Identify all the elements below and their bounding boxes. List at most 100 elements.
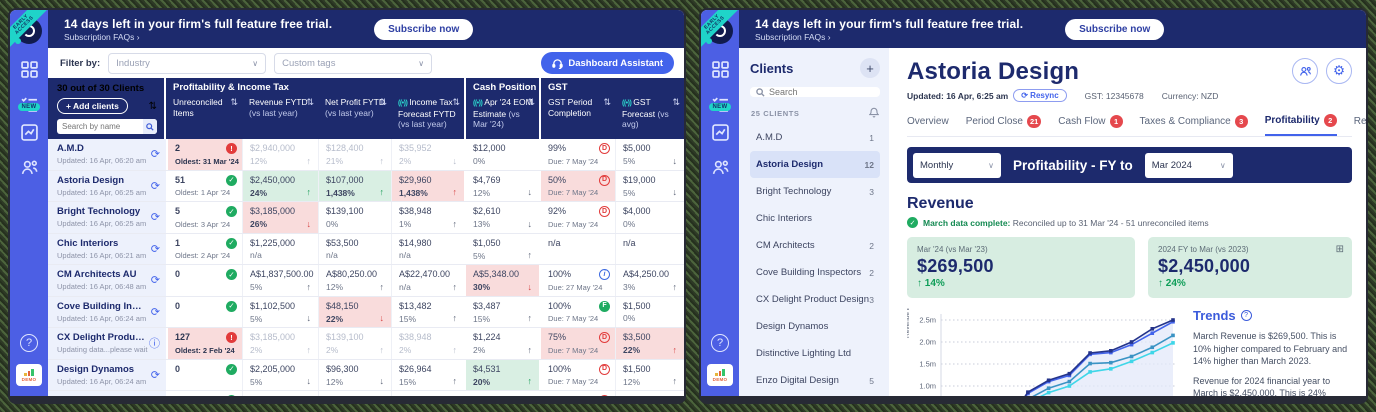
sort-icon[interactable]: ⇅ bbox=[306, 98, 314, 109]
clients-search-input[interactable] bbox=[769, 87, 874, 97]
tab-report[interactable]: Report bbox=[1354, 116, 1366, 134]
refresh-icon[interactable]: ⟳ bbox=[151, 148, 160, 161]
refresh-icon[interactable]: ⟳ bbox=[151, 179, 160, 192]
sort-clients-icon[interactable]: ⇅ bbox=[149, 101, 157, 112]
sort-icon[interactable]: ⇅ bbox=[603, 98, 611, 109]
client-list-item[interactable]: Enzo Digital Design 5 bbox=[750, 367, 880, 394]
team-access-button[interactable] bbox=[1292, 58, 1318, 84]
client-list-item[interactable]: Chic Interiors bbox=[750, 205, 880, 232]
client-list-name: Distinctive Lighting Ltd bbox=[756, 348, 852, 359]
trend-arrow-icon: ↑ bbox=[452, 376, 458, 387]
refresh-icon[interactable]: ⟳ bbox=[151, 242, 160, 255]
interval-select[interactable]: Monthly ∨ bbox=[913, 152, 1001, 178]
trial-banner-title: 14 days left in your firm's full feature… bbox=[64, 16, 333, 31]
subscribe-button[interactable]: Subscribe now bbox=[1065, 18, 1165, 40]
client-name-cell: Design Dynamos Updated: 16 Apr, 06:24 am ⟳ bbox=[48, 359, 166, 390]
table-row[interactable]: Design Dynamos Updated: 16 Apr, 06:24 am ⟳… bbox=[48, 359, 684, 391]
table-row[interactable]: CM Architects AU Updated: 16 Apr, 06:48 a… bbox=[48, 265, 684, 297]
search-icon[interactable] bbox=[143, 119, 157, 134]
trend-arrow-icon: ↑ bbox=[672, 281, 678, 292]
table-row[interactable]: Astoria Design Updated: 16 Apr, 06:25 am ⟳… bbox=[48, 170, 684, 202]
team-icon[interactable] bbox=[711, 158, 729, 176]
column-header[interactable]: ((•)) GST Forecast (vs avg) ⇅ bbox=[615, 95, 684, 139]
demo-mode-badge[interactable]: DEMO bbox=[16, 364, 42, 386]
subscribe-button[interactable]: Subscribe now bbox=[374, 18, 474, 40]
add-client-button[interactable]: + bbox=[860, 58, 880, 78]
sort-icon[interactable]: ⇅ bbox=[379, 98, 387, 109]
dashboard-assistant-button[interactable]: Dashboard Assistant bbox=[541, 52, 674, 74]
sort-icon[interactable]: ⇅ bbox=[452, 98, 460, 109]
bell-icon[interactable] bbox=[868, 107, 880, 120]
tab-period-close[interactable]: Period Close 21 bbox=[966, 115, 1042, 135]
dashboard-grid-icon[interactable] bbox=[711, 60, 729, 78]
client-list-item[interactable]: Distinctive Lighting Ltd bbox=[750, 340, 880, 367]
team-icon[interactable] bbox=[20, 158, 38, 176]
help-icon[interactable]: ? bbox=[711, 334, 729, 352]
client-list-name: Chic Interiors bbox=[756, 213, 812, 224]
trend-arrow-icon: ↑ bbox=[452, 218, 458, 229]
column-header[interactable]: GST Period Completion ⇅ bbox=[539, 95, 615, 139]
industry-filter-select[interactable]: Industry ∨ bbox=[108, 52, 267, 74]
settings-button[interactable]: ⚙ bbox=[1326, 58, 1352, 84]
metric-cell: $2,572,500 bbox=[242, 391, 318, 396]
client-alert-count: 2 bbox=[869, 240, 874, 251]
add-clients-button[interactable]: + Add clients bbox=[57, 98, 128, 114]
clients-search-box[interactable] bbox=[750, 87, 880, 97]
tab-alert-badge: 21 bbox=[1026, 115, 1042, 128]
refresh-icon[interactable]: ⟳ bbox=[151, 368, 160, 381]
client-list-item[interactable]: A.M.D 1 bbox=[750, 124, 880, 151]
metric-cell: $35,952 2% ↓ bbox=[391, 139, 464, 170]
custom-tags-filter-select[interactable]: Custom tags ∨ bbox=[274, 52, 433, 74]
metric-cell: $26,964 15% ↑ bbox=[391, 359, 464, 390]
tab-overview[interactable]: Overview bbox=[907, 116, 949, 134]
column-header[interactable]: ((•)) Apr '24 EOM Estimate (vs Mar '24) ⇅ bbox=[464, 95, 539, 139]
resync-button[interactable]: ⟳ Resync bbox=[1013, 89, 1067, 102]
client-list-item[interactable]: Design Dynamos bbox=[750, 313, 880, 340]
profitability-period-bar: Monthly ∨ Profitability - FY to Mar 2024 ∨ bbox=[907, 147, 1352, 183]
table-row[interactable]: Distinctive Lighting Ltd⟳1✓$2,572,500$11… bbox=[48, 391, 684, 396]
column-header[interactable]: Net Profit FYTD (vs last year) ⇅ bbox=[318, 95, 391, 139]
svg-text:2.5m: 2.5m bbox=[919, 316, 936, 325]
search-by-name-input[interactable] bbox=[57, 122, 143, 131]
info-icon[interactable]: ⓘ bbox=[149, 335, 160, 351]
metric-cell: $128,400 21% ↑ bbox=[318, 139, 391, 170]
refresh-icon[interactable]: ⟳ bbox=[151, 305, 160, 318]
table-row[interactable]: CX Delight Product Design Updating data..… bbox=[48, 328, 684, 360]
table-row[interactable]: A.M.D Updated: 16 Apr, 06:20 am ⟳ 2 Oldest: … bbox=[48, 139, 684, 171]
client-list-item[interactable]: Cove Building Inspectors 2 bbox=[750, 259, 880, 286]
column-header[interactable]: Revenue FYTD (vs last year) ⇅ bbox=[242, 95, 318, 139]
dashboard-grid-icon[interactable] bbox=[20, 60, 38, 78]
refresh-icon[interactable]: ⟳ bbox=[151, 274, 160, 287]
table-row[interactable]: Cove Building InspectorsUpdated: 16 Apr,… bbox=[48, 296, 684, 328]
sort-icon[interactable]: ⇅ bbox=[527, 98, 535, 109]
subscription-faqs-link[interactable]: Subscription FAQs › bbox=[755, 32, 1023, 42]
clients-table-header: 30 out of 30 Clients + Add clients ⇅ Sea… bbox=[48, 78, 684, 139]
column-header[interactable]: ((•)) Income Tax Forecast FYTD (vs last y… bbox=[391, 95, 464, 139]
client-list-item[interactable]: CM Architects 2 bbox=[750, 232, 880, 259]
subscription-faqs-link[interactable]: Subscription FAQs › bbox=[64, 32, 332, 42]
trend-arrow-icon: ↑ bbox=[452, 281, 458, 292]
client-list-item[interactable]: CX Delight Product Design 3 bbox=[750, 286, 880, 313]
sort-icon[interactable]: ⇅ bbox=[230, 98, 238, 109]
demo-mode-badge[interactable]: DEMO bbox=[707, 364, 733, 386]
insights-chart-icon[interactable] bbox=[20, 123, 38, 141]
sort-icon[interactable]: ⇅ bbox=[672, 98, 680, 109]
client-list-item[interactable]: Astoria Design 12 bbox=[750, 151, 880, 178]
table-view-icon[interactable]: ⊞ bbox=[1336, 244, 1344, 255]
table-row[interactable]: Chic Interiors Updated: 16 Apr, 06:21 am ⟳… bbox=[48, 233, 684, 265]
client-list-item[interactable]: Bright Technology 3 bbox=[750, 178, 880, 205]
help-icon[interactable]: ? bbox=[20, 334, 38, 352]
refresh-icon[interactable]: ⟳ bbox=[151, 211, 160, 224]
metric-cell: $48,150 22% ↓ bbox=[318, 296, 391, 327]
trend-arrow-icon: ↓ bbox=[527, 218, 533, 229]
insights-chart-icon[interactable] bbox=[711, 123, 729, 141]
table-row[interactable]: Bright Technology Updated: 16 Apr, 06:25 … bbox=[48, 202, 684, 234]
client-list-item[interactable]: Grafix Design Studio1 bbox=[750, 394, 880, 396]
tab-taxes-compliance[interactable]: Taxes & Compliance 3 bbox=[1140, 115, 1248, 135]
help-circle-icon[interactable]: ? bbox=[1240, 310, 1252, 321]
period-select[interactable]: Mar 2024 ∨ bbox=[1144, 152, 1233, 178]
tab-cash-flow[interactable]: Cash Flow 1 bbox=[1058, 115, 1123, 135]
column-header[interactable]: Unreconciled Items ⇅ bbox=[166, 95, 242, 139]
tab-profitability[interactable]: Profitability 2 bbox=[1264, 114, 1337, 136]
metric-cell: $38,948 1% ↑ bbox=[391, 202, 464, 233]
